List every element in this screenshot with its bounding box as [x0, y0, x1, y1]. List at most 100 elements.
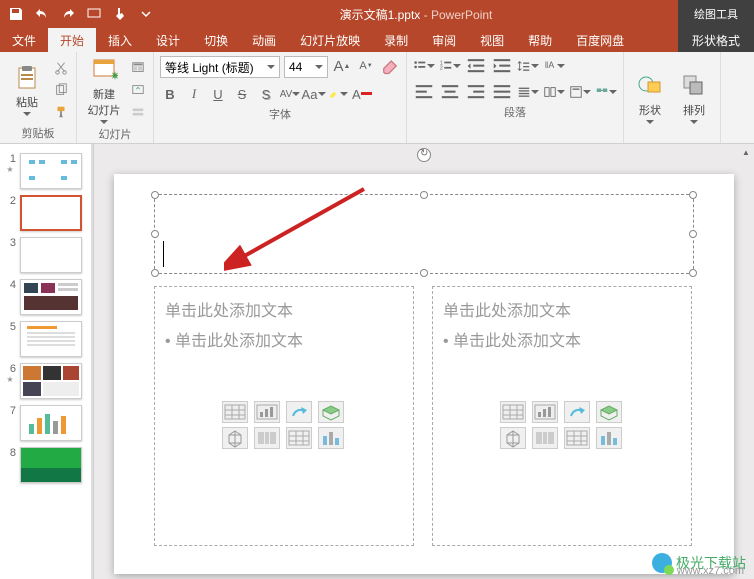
- italic-button[interactable]: I: [184, 84, 204, 104]
- thumb-6[interactable]: 6★: [0, 360, 93, 402]
- insert-icon-icon[interactable]: [596, 427, 622, 449]
- insert-chart-icon[interactable]: [532, 401, 558, 423]
- numbering-icon[interactable]: 12: [439, 56, 461, 76]
- insert-picture-icon[interactable]: [500, 427, 526, 449]
- change-case-icon[interactable]: Aa: [304, 84, 324, 104]
- tab-shape-format[interactable]: 形状格式: [678, 28, 754, 52]
- insert-online-picture-icon[interactable]: [254, 427, 280, 449]
- underline-button[interactable]: U: [208, 84, 228, 104]
- slideshow-start-icon[interactable]: [86, 6, 102, 22]
- copy-icon[interactable]: [52, 81, 70, 99]
- strike-button[interactable]: S: [232, 84, 252, 104]
- section-icon[interactable]: [129, 103, 147, 121]
- tab-design[interactable]: 设计: [144, 28, 192, 52]
- resize-handle[interactable]: [689, 230, 697, 238]
- font-size-select[interactable]: 44: [284, 56, 328, 78]
- text-direction-icon[interactable]: ‖A: [543, 56, 565, 76]
- tab-review[interactable]: 审阅: [420, 28, 468, 52]
- distribute-icon[interactable]: [517, 82, 539, 102]
- thumb-5[interactable]: 5: [0, 318, 93, 360]
- font-color-icon[interactable]: A: [352, 84, 372, 104]
- justify-icon[interactable]: [491, 82, 513, 102]
- bold-button[interactable]: B: [160, 84, 180, 104]
- char-spacing-icon[interactable]: AV: [280, 84, 300, 104]
- thumb-7[interactable]: 7: [0, 402, 93, 444]
- insert-online-picture-icon[interactable]: [532, 427, 558, 449]
- clear-format-icon[interactable]: [380, 56, 400, 76]
- resize-handle[interactable]: [151, 269, 159, 277]
- slide-editor[interactable]: 单击此处添加文本 • 单击此处添加文本 单击此处添加文本 • 单击此处添加文本: [94, 144, 754, 579]
- paste-button[interactable]: 粘贴: [6, 64, 48, 116]
- qat-customize-icon[interactable]: [138, 6, 154, 22]
- thumb-4[interactable]: 4: [0, 276, 93, 318]
- line-spacing-icon[interactable]: [517, 56, 539, 76]
- shapes-button[interactable]: 形状: [630, 72, 670, 124]
- insert-smartart-icon[interactable]: [286, 401, 312, 423]
- scroll-up-icon[interactable]: ▲: [740, 146, 752, 158]
- insert-icon-icon[interactable]: [318, 427, 344, 449]
- tab-insert[interactable]: 插入: [96, 28, 144, 52]
- tab-slideshow[interactable]: 幻灯片放映: [288, 28, 372, 52]
- smartart-icon[interactable]: [595, 82, 617, 102]
- align-left-icon[interactable]: [413, 82, 435, 102]
- svg-text:✷: ✷: [110, 69, 118, 83]
- insert-picture-icon[interactable]: [222, 427, 248, 449]
- save-icon[interactable]: [8, 6, 24, 22]
- slide-thumbnail-panel[interactable]: 1★ 2 3 4 5 6★ 7 8: [0, 144, 94, 579]
- contextual-tab-label: 绘图工具: [678, 0, 754, 28]
- insert-table-icon[interactable]: [500, 401, 526, 423]
- align-right-icon[interactable]: [465, 82, 487, 102]
- layout-icon[interactable]: [129, 59, 147, 77]
- reset-icon[interactable]: [129, 81, 147, 99]
- rotation-handle[interactable]: [417, 148, 431, 162]
- resize-handle[interactable]: [689, 269, 697, 277]
- insert-table-icon[interactable]: [222, 401, 248, 423]
- align-center-icon[interactable]: [439, 82, 461, 102]
- bullets-icon[interactable]: [413, 56, 435, 76]
- cut-icon[interactable]: [52, 59, 70, 77]
- shadow-button[interactable]: S: [256, 84, 276, 104]
- font-name-select[interactable]: 等线 Light (标题): [160, 56, 280, 78]
- highlight-icon[interactable]: [328, 84, 348, 104]
- tab-view[interactable]: 视图: [468, 28, 516, 52]
- new-slide-button[interactable]: ✷ 新建 幻灯片: [83, 56, 125, 124]
- content-area: 1★ 2 3 4 5 6★ 7 8: [0, 144, 754, 579]
- thumb-8[interactable]: 8: [0, 444, 93, 486]
- align-text-icon[interactable]: [569, 82, 591, 102]
- insert-smartart-icon[interactable]: [564, 401, 590, 423]
- insert-3d-icon[interactable]: [596, 401, 622, 423]
- shrink-font-icon[interactable]: A▼: [356, 56, 376, 76]
- tab-help[interactable]: 帮助: [516, 28, 564, 52]
- slide-canvas[interactable]: 单击此处添加文本 • 单击此处添加文本 单击此处添加文本 • 单击此处添加文本: [114, 174, 734, 574]
- resize-handle[interactable]: [151, 230, 159, 238]
- undo-icon[interactable]: [34, 6, 50, 22]
- insert-3d-icon[interactable]: [318, 401, 344, 423]
- tab-home[interactable]: 开始: [48, 28, 96, 52]
- thumb-2[interactable]: 2: [0, 192, 93, 234]
- resize-handle[interactable]: [420, 191, 428, 199]
- redo-icon[interactable]: [60, 6, 76, 22]
- tab-transitions[interactable]: 切换: [192, 28, 240, 52]
- increase-indent-icon[interactable]: [491, 56, 513, 76]
- decrease-indent-icon[interactable]: [465, 56, 487, 76]
- content-placeholder-left[interactable]: 单击此处添加文本 • 单击此处添加文本: [154, 286, 414, 546]
- thumb-3[interactable]: 3: [0, 234, 93, 276]
- resize-handle[interactable]: [689, 191, 697, 199]
- thumb-1[interactable]: 1★: [0, 150, 93, 192]
- resize-handle[interactable]: [151, 191, 159, 199]
- format-painter-icon[interactable]: [52, 103, 70, 121]
- tab-record[interactable]: 录制: [372, 28, 420, 52]
- tab-animations[interactable]: 动画: [240, 28, 288, 52]
- touch-mode-icon[interactable]: [112, 6, 128, 22]
- tab-baidu[interactable]: 百度网盘: [564, 28, 636, 52]
- placeholder-bullet: • 单击此处添加文本: [165, 327, 403, 351]
- columns-icon[interactable]: [543, 82, 565, 102]
- tab-file[interactable]: 文件: [0, 28, 48, 52]
- resize-handle[interactable]: [420, 269, 428, 277]
- arrange-button[interactable]: 排列: [674, 72, 714, 124]
- insert-chart-icon[interactable]: [254, 401, 280, 423]
- insert-video-icon[interactable]: [286, 427, 312, 449]
- insert-video-icon[interactable]: [564, 427, 590, 449]
- content-placeholder-right[interactable]: 单击此处添加文本 • 单击此处添加文本: [432, 286, 692, 546]
- grow-font-icon[interactable]: A▲: [332, 56, 352, 76]
